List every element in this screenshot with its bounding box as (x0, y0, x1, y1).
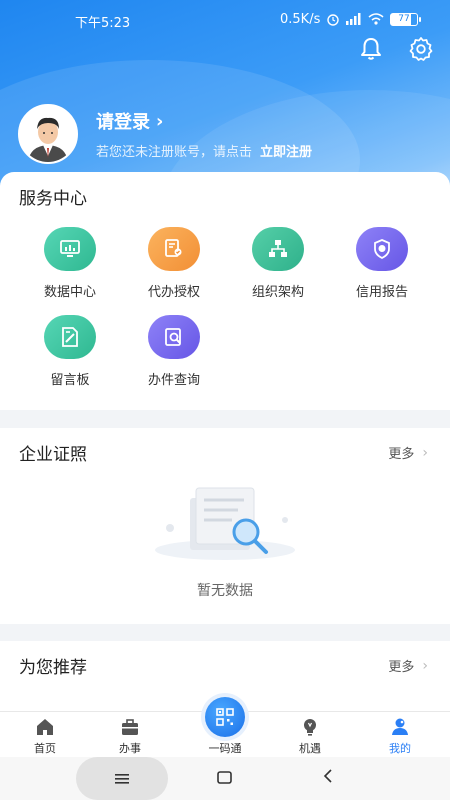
service-label: 代办授权 (147, 285, 200, 300)
network-speed: 0.5K/s (280, 12, 321, 27)
tab-label: 机遇 (299, 742, 321, 755)
service-item-data-center[interactable]: 数据中心 (18, 227, 122, 300)
enterprise-license-title: 企业证照 (19, 445, 87, 465)
signal-icon (346, 13, 361, 25)
service-label: 数据中心 (43, 285, 96, 300)
back-nav-button[interactable] (322, 768, 334, 788)
battery-icon: 77 (390, 12, 421, 26)
status-time: 下午5:23 (75, 16, 131, 31)
tab-profile[interactable]: 我的 (355, 712, 445, 756)
home-nav-button[interactable] (217, 770, 233, 789)
service-item-credit-report[interactable]: 信用报告 (330, 227, 434, 300)
message-board-icon (44, 315, 96, 359)
briefcase-icon (85, 715, 175, 739)
service-item-org-chart[interactable]: 组织架构 (226, 227, 330, 300)
case-query-icon (148, 315, 200, 359)
chevron-right-icon: › (422, 444, 428, 461)
qr-code-icon (216, 708, 234, 726)
header-actions (358, 36, 434, 62)
service-label: 留言板 (50, 373, 90, 388)
home-icon (0, 715, 90, 739)
menu-icon (115, 773, 129, 784)
bell-icon[interactable] (358, 36, 384, 62)
service-item-message-board[interactable]: 留言板 (18, 315, 122, 388)
empty-state-illustration (155, 487, 295, 560)
tab-label: 一码通 (208, 742, 242, 755)
qr-code-button[interactable] (205, 697, 245, 737)
empty-state-text: 暂无数据 (197, 583, 253, 599)
service-label: 信用报告 (355, 285, 408, 300)
credit-report-icon (356, 227, 408, 271)
back-icon (323, 769, 332, 783)
chevron-right-icon: › (156, 110, 164, 132)
service-label: 组织架构 (251, 285, 304, 300)
service-label: 办件查询 (147, 373, 200, 388)
service-center-card: 服务中心 数据中心 代办授权 组织架构 信用报告 留言板 办件查询 (0, 172, 450, 410)
authorization-icon (148, 227, 200, 271)
recommend-more-link[interactable]: 更多 › (388, 656, 428, 676)
enterprise-license-card: 企业证照 更多 › 暂无数据 (0, 428, 450, 624)
tab-services[interactable]: 办事 (85, 712, 175, 756)
tab-label: 办事 (119, 742, 141, 755)
battery-level: 77 (398, 13, 410, 24)
register-link[interactable]: 立即注册 (260, 145, 312, 160)
service-center-title: 服务中心 (19, 189, 87, 209)
alarm-icon (327, 14, 339, 26)
data-center-icon (44, 227, 96, 271)
wifi-icon (368, 13, 384, 25)
service-item-authorization[interactable]: 代办授权 (122, 227, 226, 300)
license-more-link[interactable]: 更多 › (388, 443, 428, 463)
login-section[interactable]: 请登录 › 若您还未注册账号，请点击 立即注册 (18, 104, 312, 164)
status-icons: 77 (326, 12, 421, 26)
tab-home[interactable]: 首页 (0, 712, 90, 756)
login-link[interactable]: 请登录 › (96, 108, 312, 134)
settings-gear-icon[interactable] (408, 36, 434, 62)
lightbulb-icon (265, 715, 355, 739)
system-navigation-bar (0, 757, 450, 800)
register-hint-row: 若您还未注册账号，请点击 立即注册 (96, 141, 312, 160)
avatar[interactable] (18, 104, 78, 164)
chevron-right-icon: › (422, 657, 428, 674)
tab-label: 首页 (34, 742, 56, 755)
menu-button[interactable] (76, 757, 168, 800)
service-item-case-query[interactable]: 办件查询 (122, 315, 226, 388)
more-label: 更多 (388, 447, 415, 462)
more-label: 更多 (388, 660, 415, 675)
register-hint: 若您还未注册账号，请点击 (96, 145, 253, 160)
recommend-title: 为您推荐 (19, 658, 87, 678)
tab-label: 我的 (389, 742, 411, 755)
tab-opportunities[interactable]: 机遇 (265, 712, 355, 756)
login-text: 请登录 › 若您还未注册账号，请点击 立即注册 (96, 108, 312, 161)
profile-icon (355, 715, 445, 739)
login-label: 请登录 (96, 112, 150, 133)
org-chart-icon (252, 227, 304, 271)
square-icon (217, 771, 232, 784)
status-bar: 下午5:23 0.5K/s 77 (0, 0, 450, 40)
